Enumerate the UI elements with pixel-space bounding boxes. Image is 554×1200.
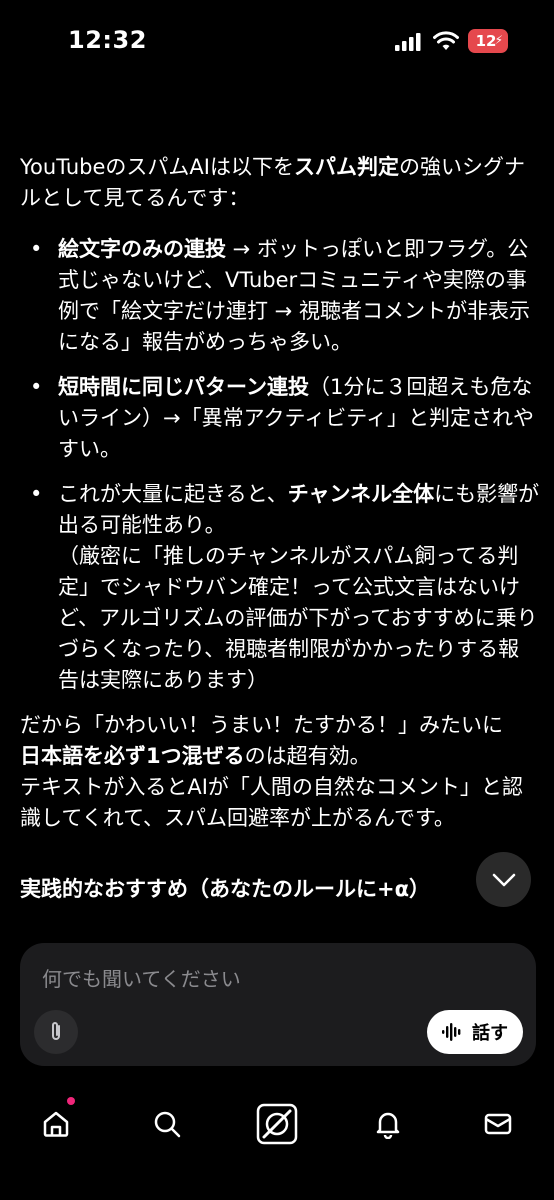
tab-search[interactable] bbox=[137, 1094, 197, 1154]
bullet-bold-text: 絵文字のみの連投 bbox=[58, 237, 226, 261]
list-item: • 絵文字のみの連投 → ボットっぽいと即フラグ。公式じゃないけど、VTuberコ… bbox=[20, 234, 540, 358]
chevron-down-icon bbox=[492, 873, 515, 886]
message-input[interactable] bbox=[40, 961, 504, 997]
intro-bold-text: スパム判定 bbox=[293, 155, 399, 179]
intro-text: YouTubeのスパムAIは以下を bbox=[20, 155, 294, 179]
bullet-dot: • bbox=[30, 482, 43, 506]
assistant-message: YouTubeのスパムAIは以下をスパム判定の強いシグナルとして見てるんです： … bbox=[20, 152, 540, 905]
bullet-note: （厳密に「推しのチャンネルがスパム飼ってる判定」でシャドウバン確定！って公式文言… bbox=[58, 544, 538, 692]
battery-level: 12 bbox=[475, 32, 497, 50]
closing-line2: テキストが入るとAIが「人間の自然なコメント」と認識してくれて、スパム回避率が上… bbox=[20, 775, 523, 830]
status-time: 12:32 bbox=[68, 26, 147, 54]
speak-label: 話す bbox=[472, 1023, 508, 1044]
tab-messages[interactable] bbox=[468, 1094, 528, 1154]
bullet-bold-text: 短時間に同じパターン連投 bbox=[58, 375, 309, 399]
bullet-dot: • bbox=[30, 375, 43, 399]
closing-suffix-text: のは超有効。 bbox=[244, 744, 371, 768]
tab-notifications[interactable] bbox=[358, 1094, 418, 1154]
bottom-tab-bar bbox=[0, 1080, 554, 1160]
search-icon bbox=[154, 1111, 181, 1138]
wifi-icon bbox=[433, 31, 459, 50]
mail-icon bbox=[484, 1113, 512, 1135]
section-heading: 実践的なおすすめ（あなたのルールに+α） bbox=[20, 877, 431, 901]
speak-button[interactable]: 話す bbox=[427, 1010, 523, 1054]
closing-paragraph: だから「かわいい！うまい！たすかる！」みたいに 日本語を必ず1つ混ぜるのは超有効。… bbox=[20, 710, 540, 834]
tab-home[interactable] bbox=[26, 1094, 86, 1154]
closing-bold-text: 日本語を必ず1つ混ぜる bbox=[20, 744, 245, 768]
message-composer: 話す bbox=[20, 943, 536, 1066]
status-bar: 12:32 12 ⚡ bbox=[0, 0, 554, 84]
closing-text: だから「かわいい！うまい！たすかる！」みたいに bbox=[20, 713, 503, 737]
scroll-down-button[interactable] bbox=[476, 852, 531, 907]
intro-paragraph: YouTubeのスパムAIは以下をスパム判定の強いシグナルとして見てるんです： bbox=[20, 152, 540, 214]
voice-waveform-icon bbox=[442, 1023, 461, 1041]
bullet-dot: • bbox=[30, 237, 43, 261]
battery-indicator: 12 ⚡ bbox=[468, 29, 508, 53]
attach-button[interactable] bbox=[34, 1010, 78, 1054]
notification-dot bbox=[67, 1097, 75, 1105]
bullet-bold-text: チャンネル全体 bbox=[287, 482, 435, 506]
list-item: • 短時間に同じパターン連投（1分に３回超えも危ないライン）→「異常アクティビティ… bbox=[20, 372, 540, 465]
charging-bolt-icon: ⚡ bbox=[494, 33, 503, 47]
grok-icon bbox=[256, 1103, 298, 1145]
bullet-list: • 絵文字のみの連投 → ボットっぽいと即フラグ。公式じゃないけど、VTuberコ… bbox=[20, 234, 540, 696]
home-icon bbox=[43, 1111, 69, 1137]
bell-icon bbox=[376, 1112, 400, 1139]
list-item: • これが大量に起きると、チャンネル全体にも影響が出る可能性あり。 （厳密に「推しの… bbox=[20, 479, 540, 696]
bullet-prefix-text: これが大量に起きると、 bbox=[58, 482, 288, 506]
paperclip-icon bbox=[52, 1022, 60, 1040]
cellular-signal-icon bbox=[395, 33, 421, 51]
tab-grok[interactable] bbox=[247, 1094, 307, 1154]
